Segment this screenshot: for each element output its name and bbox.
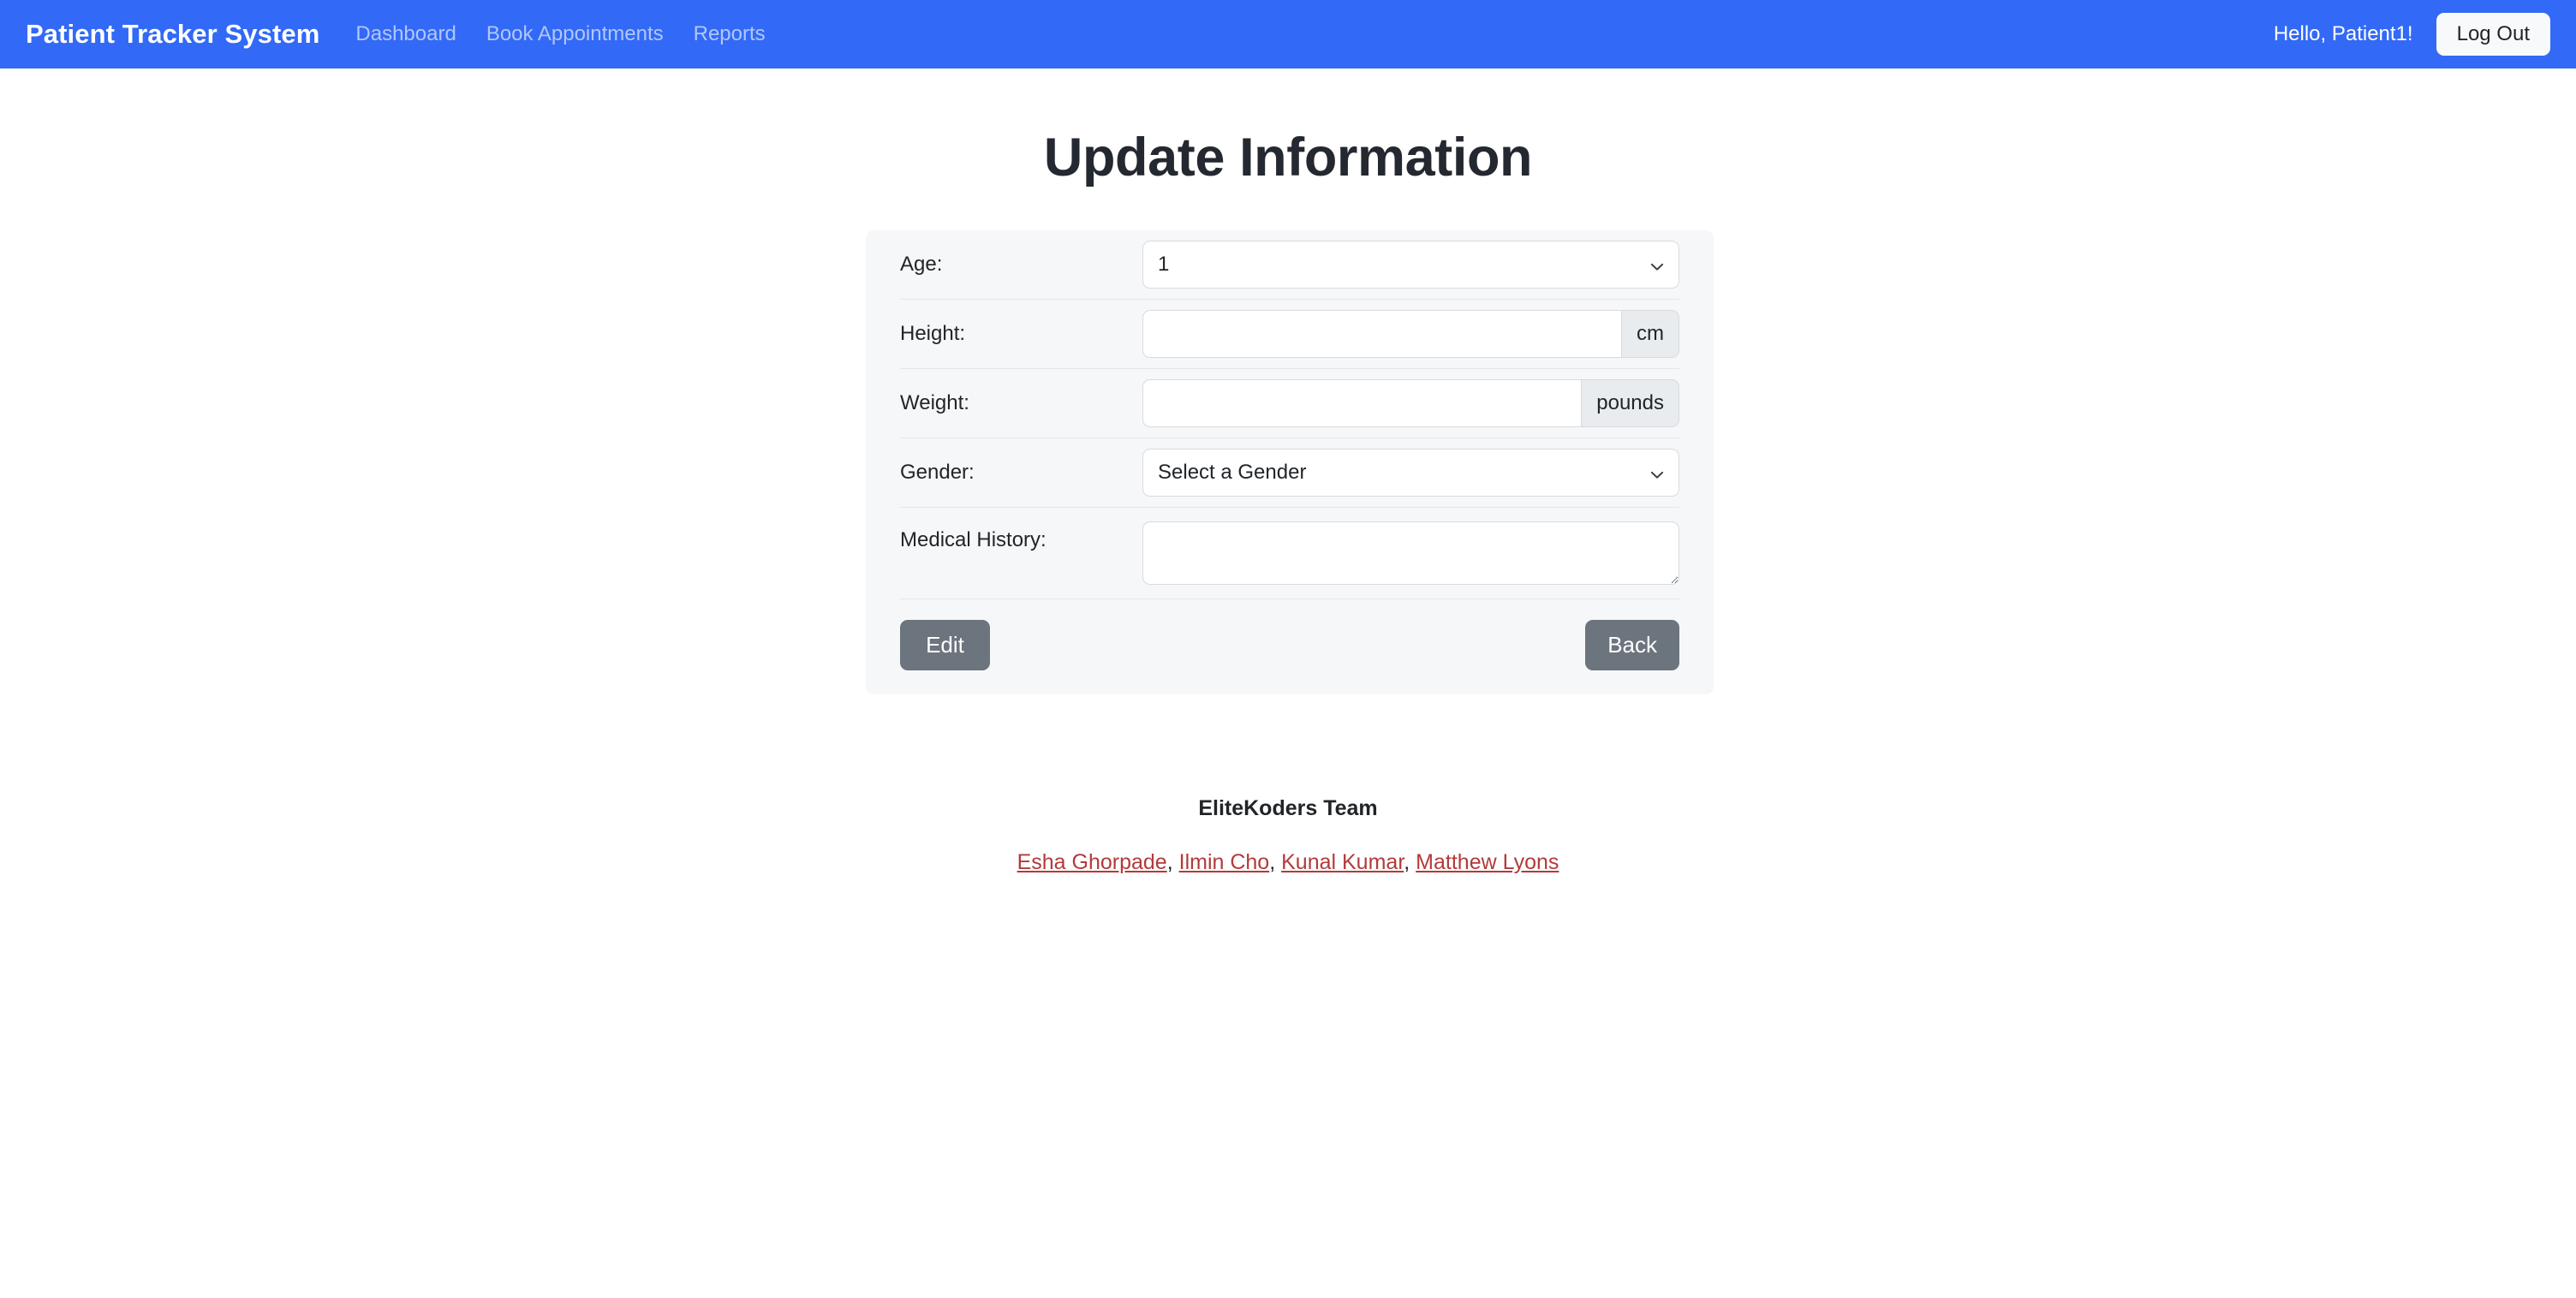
user-greeting: Hello, Patient1!	[2273, 22, 2413, 45]
footer-member-link-ilmin-cho[interactable]: Ilmin Cho	[1179, 850, 1270, 874]
update-information-card: Age: 1 Height: cm Weight: pounds Gender:…	[866, 230, 1714, 694]
age-label: Age:	[900, 253, 943, 276]
form-actions: Edit Back	[900, 599, 1679, 694]
form-row-gender: Gender: Select a Gender	[900, 438, 1679, 508]
log-out-button[interactable]: Log Out	[2436, 13, 2550, 56]
page-footer: EliteKoders Team Esha Ghorpade, Ilmin Ch…	[0, 796, 2576, 875]
weight-label: Weight:	[900, 391, 969, 414]
height-input[interactable]	[1142, 310, 1621, 358]
form-row-weight: Weight: pounds	[900, 369, 1679, 438]
weight-unit-addon: pounds	[1581, 379, 1679, 427]
footer-separator: ,	[1404, 850, 1416, 874]
gender-control-wrap: Select a Gender	[1142, 449, 1679, 497]
gender-select-value: Select a Gender	[1158, 461, 1307, 484]
chevron-down-icon	[1649, 257, 1665, 272]
age-select-value: 1	[1158, 253, 1170, 276]
app-brand-title[interactable]: Patient Tracker System	[26, 19, 319, 50]
nav-link-book-appointments[interactable]: Book Appointments	[486, 22, 664, 46]
form-row-medical-history: Medical History:	[900, 508, 1679, 599]
nav-link-reports[interactable]: Reports	[694, 22, 766, 46]
browser-viewport: Patient Tracker System Dashboard Book Ap…	[0, 0, 2576, 1298]
primary-nav: Dashboard Book Appointments Reports	[355, 22, 765, 46]
weight-control-wrap: pounds	[1142, 379, 1679, 427]
footer-separator: ,	[1269, 850, 1282, 874]
footer-member-link-esha-ghorpade[interactable]: Esha Ghorpade	[1017, 850, 1167, 874]
back-button[interactable]: Back	[1585, 620, 1679, 670]
chevron-down-icon	[1649, 465, 1665, 480]
age-select[interactable]: 1	[1142, 241, 1679, 289]
height-label: Height:	[900, 322, 966, 345]
form-row-height: Height: cm	[900, 300, 1679, 369]
medical-history-control-wrap	[1142, 521, 1679, 585]
top-navbar: Patient Tracker System Dashboard Book Ap…	[0, 0, 2576, 68]
height-control-wrap: cm	[1142, 310, 1679, 358]
footer-member-link-kunal-kumar[interactable]: Kunal Kumar	[1281, 850, 1404, 874]
nav-link-dashboard[interactable]: Dashboard	[355, 22, 456, 46]
edit-button[interactable]: Edit	[900, 620, 990, 670]
footer-team-name: EliteKoders Team	[1198, 796, 1378, 820]
gender-select[interactable]: Select a Gender	[1142, 449, 1679, 497]
medical-history-textarea[interactable]	[1142, 521, 1679, 585]
footer-member-link-matthew-lyons[interactable]: Matthew Lyons	[1416, 850, 1559, 874]
footer-separator: ,	[1166, 850, 1179, 874]
medical-history-label: Medical History:	[900, 528, 1046, 551]
page-title: Update Information	[1043, 128, 1533, 188]
form-row-age: Age: 1	[900, 230, 1679, 300]
navbar-user-area: Hello, Patient1! Log Out	[2274, 13, 2550, 56]
weight-input-group: pounds	[1142, 379, 1679, 427]
height-input-group: cm	[1142, 310, 1679, 358]
footer-credits: Esha Ghorpade, Ilmin Cho, Kunal Kumar, M…	[0, 850, 2576, 875]
height-unit-addon: cm	[1621, 310, 1679, 358]
age-control-wrap: 1	[1142, 241, 1679, 289]
weight-input[interactable]	[1142, 379, 1582, 427]
gender-label: Gender:	[900, 461, 975, 484]
